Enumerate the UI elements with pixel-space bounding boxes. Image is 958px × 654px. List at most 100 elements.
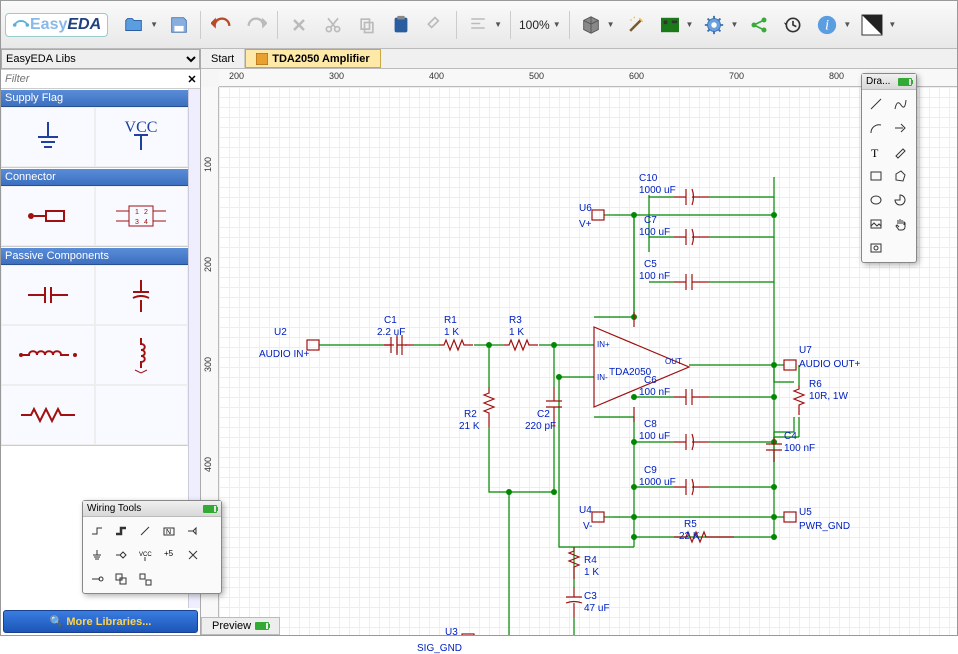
group-header-passive[interactable]: Passive Components bbox=[1, 247, 188, 265]
svg-text:VCC: VCC bbox=[125, 119, 158, 136]
component-connector-1[interactable] bbox=[1, 186, 95, 246]
horizontal-ruler: 200300400500600700800 bbox=[219, 69, 957, 87]
dropdown-arrow-icon[interactable]: ▼ bbox=[607, 20, 615, 29]
component-vcc[interactable]: VCC bbox=[95, 107, 189, 167]
ungroup-tool[interactable] bbox=[134, 568, 156, 590]
svg-text:1: 1 bbox=[135, 209, 139, 216]
schematic-canvas[interactable]: U2 AUDIO IN+ U3 SIG_GND U4 V- U5 PWR_GND… bbox=[219, 87, 957, 635]
netflag-tool[interactable] bbox=[182, 520, 204, 542]
dropdown-arrow-icon[interactable]: ▼ bbox=[730, 20, 738, 29]
battery-icon bbox=[898, 78, 912, 86]
svg-text:4: 4 bbox=[144, 219, 148, 226]
drawing-tools-panel[interactable]: Dra... T bbox=[861, 73, 917, 263]
svg-text:+5: +5 bbox=[164, 549, 174, 558]
zoom-level[interactable]: 100% bbox=[516, 18, 553, 32]
netlabel-tool[interactable]: N bbox=[158, 520, 180, 542]
component-cap-p[interactable] bbox=[95, 265, 189, 325]
schematic-icon bbox=[256, 53, 268, 65]
voltage-probe-tool[interactable]: +5 bbox=[158, 544, 180, 566]
copy-button[interactable] bbox=[351, 9, 383, 41]
wiring-tools-panel[interactable]: Wiring Tools N VCC +5 bbox=[82, 500, 222, 594]
bezier-tool[interactable] bbox=[889, 93, 911, 115]
pcb-button[interactable] bbox=[654, 9, 686, 41]
main-toolbar: EasyEDA ▼ ▼ 100%▼ ▼ ▼ ▼ i▼ ▼ bbox=[1, 1, 957, 49]
hole-tool[interactable] bbox=[865, 237, 887, 259]
arrow-tool[interactable] bbox=[889, 117, 911, 139]
port-tool[interactable] bbox=[110, 544, 132, 566]
vcc-tool[interactable]: VCC bbox=[134, 544, 156, 566]
save-button[interactable] bbox=[163, 9, 195, 41]
preview-tab[interactable]: Preview bbox=[201, 617, 280, 635]
theme-button[interactable] bbox=[856, 9, 888, 41]
pin-tool[interactable] bbox=[86, 568, 108, 590]
battery-icon bbox=[203, 505, 217, 513]
tab-start[interactable]: Start bbox=[201, 49, 245, 68]
component-blank[interactable] bbox=[95, 385, 189, 445]
tab-bar: Start TDA2050 Amplifier bbox=[201, 49, 957, 69]
arc-tool[interactable] bbox=[865, 117, 887, 139]
gnd-tool[interactable] bbox=[86, 544, 108, 566]
history-button[interactable] bbox=[777, 9, 809, 41]
tab-label: TDA2050 Amplifier bbox=[272, 53, 369, 65]
app-logo[interactable]: EasyEDA bbox=[5, 13, 108, 37]
dropdown-arrow-icon[interactable]: ▼ bbox=[686, 20, 694, 29]
undo-button[interactable] bbox=[206, 9, 238, 41]
dropdown-arrow-icon[interactable]: ▼ bbox=[494, 20, 502, 29]
component-cap-np[interactable] bbox=[1, 265, 95, 325]
more-libraries-button[interactable]: 🔍 More Libraries... bbox=[3, 610, 198, 633]
svg-text:2: 2 bbox=[144, 209, 148, 216]
component-inductor-1[interactable] bbox=[1, 325, 95, 385]
settings-button[interactable] bbox=[698, 9, 730, 41]
schematic-svg bbox=[219, 87, 957, 635]
line-tool[interactable] bbox=[865, 93, 887, 115]
dropdown-arrow-icon[interactable]: ▼ bbox=[553, 20, 561, 29]
open-button[interactable] bbox=[118, 9, 150, 41]
bus-entry-tool[interactable] bbox=[134, 520, 156, 542]
freehand-tool[interactable] bbox=[889, 141, 911, 163]
ellipse-tool[interactable] bbox=[865, 189, 887, 211]
wizard-button[interactable] bbox=[620, 9, 652, 41]
panel-title: Wiring Tools bbox=[87, 503, 141, 514]
component-connector-2[interactable]: 1 32 4 bbox=[95, 186, 189, 246]
group-header-supply[interactable]: Supply Flag bbox=[1, 89, 188, 107]
group-tool[interactable] bbox=[110, 568, 132, 590]
group-header-connector[interactable]: Connector bbox=[1, 168, 188, 186]
delete-button[interactable] bbox=[283, 9, 315, 41]
library-select[interactable]: EasyEDA Libs bbox=[1, 49, 200, 69]
component-gnd[interactable] bbox=[1, 107, 95, 167]
wire-tool[interactable] bbox=[86, 520, 108, 542]
cut-button[interactable] bbox=[317, 9, 349, 41]
redo-button[interactable] bbox=[240, 9, 272, 41]
package-button[interactable] bbox=[575, 9, 607, 41]
svg-text:3: 3 bbox=[135, 219, 139, 226]
panel-title: Dra... bbox=[866, 76, 890, 87]
canvas-area: Start TDA2050 Amplifier 2003004005006007… bbox=[201, 49, 957, 635]
share-button[interactable] bbox=[743, 9, 775, 41]
svg-text:i: i bbox=[825, 17, 829, 33]
pan-tool[interactable] bbox=[889, 213, 911, 235]
align-button[interactable] bbox=[462, 9, 494, 41]
clear-filter-button[interactable]: ✕ bbox=[184, 73, 200, 86]
logo-easy: Easy bbox=[30, 16, 67, 33]
dropdown-arrow-icon[interactable]: ▼ bbox=[888, 20, 896, 29]
dropdown-arrow-icon[interactable]: ▼ bbox=[150, 20, 158, 29]
cross-probe-button[interactable] bbox=[419, 9, 451, 41]
library-filter-input[interactable] bbox=[1, 70, 184, 88]
logo-eda: EDA bbox=[67, 16, 101, 33]
pie-tool[interactable] bbox=[889, 189, 911, 211]
component-inductor-2[interactable] bbox=[95, 325, 189, 385]
battery-icon bbox=[255, 622, 269, 630]
tab-schematic[interactable]: TDA2050 Amplifier bbox=[245, 49, 380, 68]
rect-tool[interactable] bbox=[865, 165, 887, 187]
svg-text:N: N bbox=[166, 529, 171, 536]
info-button[interactable]: i bbox=[811, 9, 843, 41]
dropdown-arrow-icon[interactable]: ▼ bbox=[843, 20, 851, 29]
polygon-tool[interactable] bbox=[889, 165, 911, 187]
noconnect-tool[interactable] bbox=[182, 544, 204, 566]
text-tool[interactable]: T bbox=[865, 141, 887, 163]
bus-tool[interactable] bbox=[110, 520, 132, 542]
logo-icon bbox=[12, 16, 30, 34]
component-resistor[interactable] bbox=[1, 385, 95, 445]
paste-button[interactable] bbox=[385, 9, 417, 41]
image-tool[interactable] bbox=[865, 213, 887, 235]
